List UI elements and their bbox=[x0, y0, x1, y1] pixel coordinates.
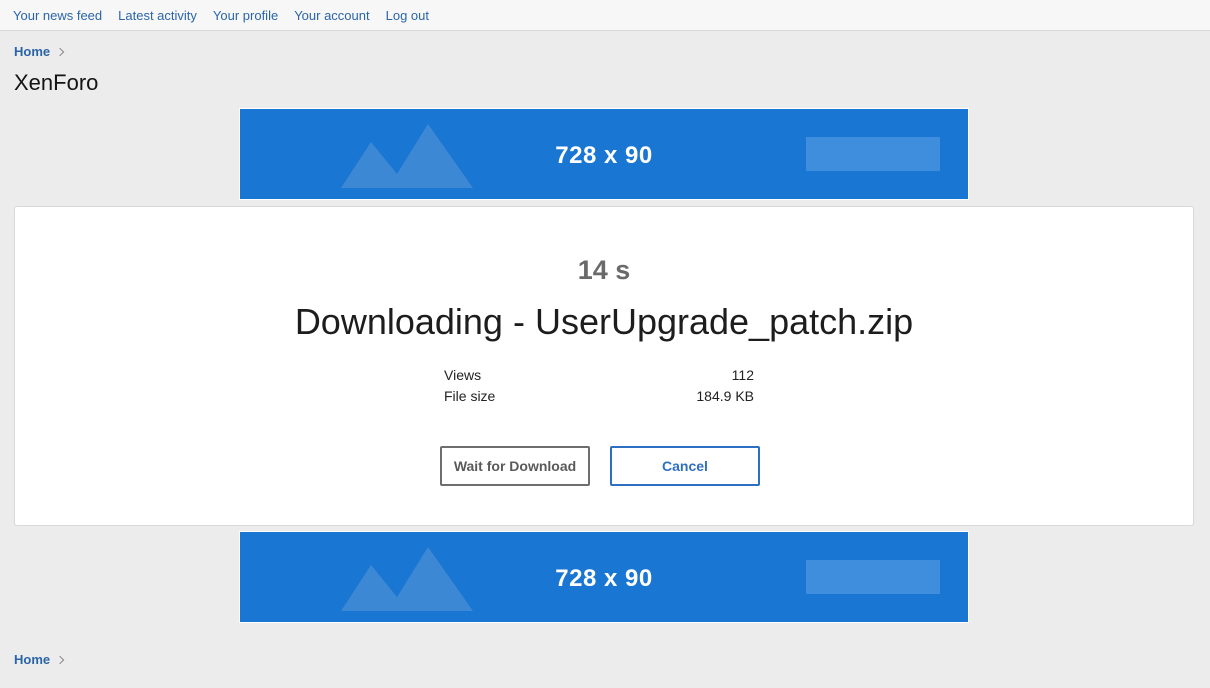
nav-your-profile[interactable]: Your profile bbox=[213, 8, 278, 23]
nav-log-out[interactable]: Log out bbox=[386, 8, 429, 23]
chevron-right-icon bbox=[55, 655, 65, 664]
download-panel: 14 s Downloading - UserUpgrade_patch.zip… bbox=[14, 206, 1194, 526]
cancel-button[interactable]: Cancel bbox=[610, 446, 760, 486]
nav-news-feed[interactable]: Your news feed bbox=[13, 8, 102, 23]
page-title: XenForo bbox=[14, 70, 99, 95]
chevron-right-icon bbox=[55, 47, 65, 56]
info-value: 112 bbox=[731, 367, 754, 383]
breadcrumb-bottom: Home bbox=[14, 652, 65, 667]
download-title: Downloading - UserUpgrade_patch.zip bbox=[294, 301, 914, 342]
top-navigation: Your news feed Latest activity Your prof… bbox=[0, 0, 1210, 31]
ad-banner-bottom[interactable]: 728 x 90 bbox=[239, 531, 969, 623]
countdown-timer: 14 s bbox=[577, 255, 631, 285]
info-label: Views bbox=[444, 367, 482, 383]
info-row-views: Views 112 bbox=[444, 365, 754, 386]
breadcrumb-home-link[interactable]: Home bbox=[14, 44, 50, 59]
breadcrumb-top: Home bbox=[14, 44, 65, 59]
info-label: File size bbox=[444, 388, 496, 404]
info-row-file-size: File size 184.9 KB bbox=[444, 386, 754, 407]
ad-banner-top[interactable]: 728 x 90 bbox=[239, 108, 969, 200]
ad-placeholder-button bbox=[806, 137, 940, 171]
nav-latest-activity[interactable]: Latest activity bbox=[118, 8, 197, 23]
nav-your-account[interactable]: Your account bbox=[294, 8, 369, 23]
wait-for-download-button[interactable]: Wait for Download bbox=[440, 446, 590, 486]
file-info-table: Views 112 File size 184.9 KB bbox=[444, 365, 754, 407]
ad-placeholder-button bbox=[806, 560, 940, 594]
breadcrumb-home-link[interactable]: Home bbox=[14, 652, 50, 667]
info-value: 184.9 KB bbox=[696, 388, 754, 404]
